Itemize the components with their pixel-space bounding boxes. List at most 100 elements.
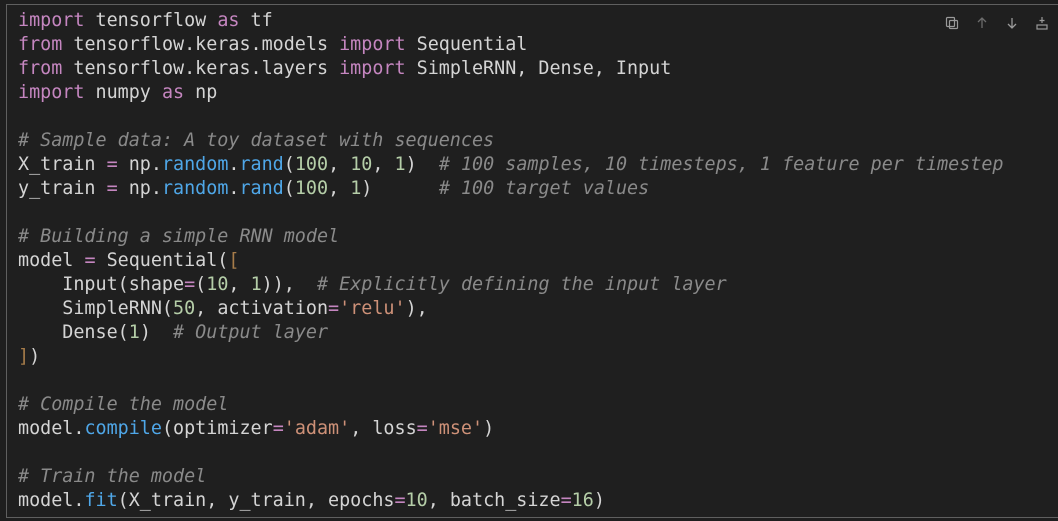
code-token: Sequential( (95, 250, 229, 271)
code-token: 1 (350, 178, 362, 199)
code-token: , activation (195, 298, 329, 319)
code-token: random (161, 154, 229, 175)
code-token: = (84, 250, 96, 271)
code-token: # Building a simple RNN model (18, 226, 340, 247)
code-token: # Output layer (173, 322, 329, 343)
code-token: = (416, 418, 428, 439)
code-token: ) (483, 418, 495, 439)
code-token: # Train the model (18, 466, 207, 487)
code-token: np. (117, 154, 162, 175)
code-token: ) (139, 322, 174, 343)
code-token: fit (84, 490, 118, 511)
code-token: = (560, 490, 572, 511)
code-line: model = Sequential([ (18, 249, 1004, 273)
code-token: np (184, 82, 218, 103)
code-token: ] (18, 346, 30, 367)
code-line: # Compile the model (18, 393, 1004, 417)
move-down-icon[interactable] (1000, 11, 1024, 35)
code-line: y_train = np.random.rand(100, 1) # 100 t… (18, 177, 1004, 201)
code-line: # Sample data: A toy dataset with sequen… (18, 129, 1004, 153)
code-token: (optimizer (161, 418, 273, 439)
code-token: model. (18, 490, 85, 511)
code-token: tensorflow (84, 10, 218, 31)
code-token: = (106, 154, 118, 175)
code-token: ( (283, 178, 295, 199)
code-token: as (161, 82, 185, 103)
code-token: tensorflow.keras.models (62, 34, 340, 55)
code-token: model. (18, 418, 85, 439)
code-token: 'adam' (283, 418, 351, 439)
code-token: = (184, 274, 196, 295)
code-token: model (18, 250, 85, 271)
code-token: # 100 samples, 10 timesteps, 1 feature p… (438, 154, 1004, 175)
code-token: np. (117, 178, 162, 199)
code-token: , (228, 274, 251, 295)
code-token: rand (239, 178, 284, 199)
code-token: ( (195, 274, 207, 295)
code-token: ) (593, 490, 605, 511)
code-line: from tensorflow.keras.models import Sequ… (18, 33, 1004, 57)
code-token: , batch_size (427, 490, 561, 511)
code-token: 16 (571, 490, 594, 511)
code-token: . (228, 154, 240, 175)
code-line: X_train = np.random.rand(100, 10, 1) # 1… (18, 153, 1004, 177)
code-line: import tensorflow as tf (18, 9, 1004, 33)
code-token: 1 (250, 274, 262, 295)
code-token: , (328, 178, 351, 199)
code-line: import numpy as np (18, 81, 1004, 105)
code-token: 1 (394, 154, 406, 175)
code-line: # Train the model (18, 465, 1004, 489)
code-editor[interactable]: import tensorflow as tf from tensorflow.k… (18, 9, 1004, 513)
code-token: [ (228, 250, 240, 271)
code-token: rand (239, 154, 284, 175)
code-token: 1 (128, 322, 140, 343)
code-token: 100 (294, 154, 329, 175)
code-token: random (161, 178, 229, 199)
code-token: SimpleRNN( (18, 298, 174, 319)
code-token: import (18, 82, 85, 103)
code-token: , loss (350, 418, 417, 439)
code-token: )), (261, 274, 318, 295)
code-token: . (228, 178, 240, 199)
code-line: ]) (18, 345, 1004, 369)
code-token: ), (405, 298, 428, 319)
code-token: ) (361, 178, 439, 199)
code-line: Input(shape=(10, 1)), # Explicitly defin… (18, 273, 1004, 297)
code-token: as (217, 10, 240, 31)
code-token: import (339, 58, 406, 79)
code-token: = (106, 178, 118, 199)
insert-below-icon[interactable] (1030, 11, 1054, 35)
code-token: y_train (18, 178, 107, 199)
code-token: SimpleRNN, Dense, Input (405, 58, 672, 79)
code-token: , (328, 154, 351, 175)
code-token: Input(shape (18, 274, 185, 295)
code-line: # Building a simple RNN model (18, 225, 1004, 249)
code-token: import (339, 34, 406, 55)
code-line: from tensorflow.keras.layers import Simp… (18, 57, 1004, 81)
code-token: # 100 target values (438, 178, 650, 199)
code-token: ( (283, 154, 295, 175)
code-token: 'mse' (427, 418, 484, 439)
code-token: # Explicitly defining the input layer (317, 274, 727, 295)
code-cell[interactable]: import tensorflow as tf from tensorflow.k… (6, 4, 1058, 518)
code-token: 50 (173, 298, 196, 319)
code-token: 'relu' (339, 298, 406, 319)
code-token: # Compile the model (18, 394, 229, 415)
code-token: 10 (350, 154, 373, 175)
code-line: SimpleRNN(50, activation='relu'), (18, 297, 1004, 321)
code-token: 10 (405, 490, 428, 511)
code-token: (X_train, y_train, epochs (117, 490, 395, 511)
code-token: , (372, 154, 395, 175)
code-token: compile (84, 418, 162, 439)
code-token: from (18, 34, 63, 55)
code-token: from (18, 58, 63, 79)
code-token: # Sample data: A toy dataset with sequen… (18, 130, 495, 151)
code-token: ) (405, 154, 439, 175)
code-token: tensorflow.keras.layers (62, 58, 340, 79)
code-token: ) (29, 346, 41, 367)
code-token: = (328, 298, 340, 319)
